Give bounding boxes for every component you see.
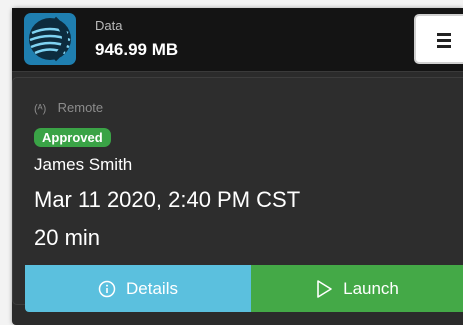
session-duration: 20 min [34, 225, 101, 250]
data-label: Data [95, 18, 123, 33]
launch-button[interactable]: Launch [251, 265, 463, 312]
session-type: (ᴬ) Remote [34, 100, 103, 115]
details-button-label: Details [126, 278, 178, 298]
client-name: James Smith [34, 155, 133, 174]
details-button[interactable]: Details [25, 265, 251, 312]
status-badge: Approved [34, 128, 111, 147]
hamburger-menu-icon [437, 33, 451, 36]
play-icon [315, 279, 333, 299]
data-usage-value: 946.99 MB [95, 40, 179, 59]
globe-logo-icon [24, 13, 76, 65]
top-bar [12, 8, 463, 72]
launch-button-label: Launch [343, 278, 399, 298]
info-icon [98, 280, 116, 298]
menu-button[interactable] [414, 14, 463, 64]
session-type-label: Remote [57, 100, 104, 115]
session-datetime: Mar 11 2020, 2:40 PM CST [34, 187, 301, 212]
antenna-icon: (ᴬ) [34, 103, 47, 115]
